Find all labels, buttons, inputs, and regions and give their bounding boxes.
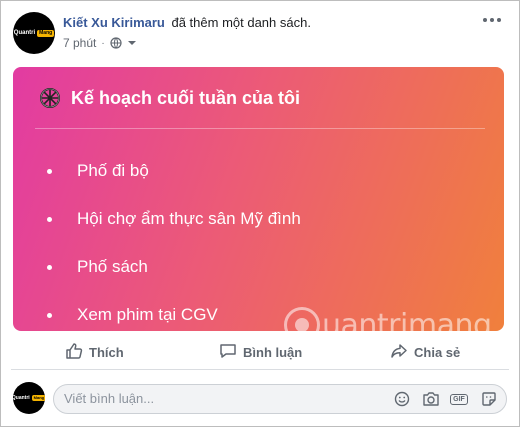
commenter-avatar[interactable]: Quantri Mang (13, 382, 45, 414)
bullet-icon (47, 264, 52, 270)
list-title: Kế hoạch cuối tuần của tôi (71, 87, 301, 108)
comment-icon (219, 342, 237, 363)
list-item-text: Hội chợ ẩm thực sân Mỹ đình (77, 209, 301, 228)
title-divider (35, 128, 485, 129)
author-avatar[interactable]: Quantri Mang (13, 12, 55, 54)
emoji-icon[interactable] (393, 390, 411, 408)
post-timestamp[interactable]: 7 phút (63, 36, 96, 50)
avatar-text-b: Mang (37, 29, 55, 37)
list-item: Phố đi bộ (47, 147, 301, 195)
list-item: Hội chợ ẩm thực sân Mỹ đình (47, 195, 301, 243)
gif-icon[interactable]: GIF (450, 390, 468, 408)
wheel-icon (39, 87, 61, 109)
sticker-icon[interactable] (480, 390, 498, 408)
post-header-line: Kiết Xu Kirimaru đã thêm một danh sách. (63, 15, 311, 30)
list-title-row: Kế hoạch cuối tuần của tôi (39, 87, 300, 109)
like-label: Thích (89, 345, 124, 360)
post-action-text: đã thêm một danh sách. (171, 15, 311, 30)
like-icon (65, 342, 83, 363)
avatar-text-a: Quantri (13, 30, 36, 36)
list-item-text: Xem phim tại CGV (77, 305, 218, 324)
avatar-text-b: Mang (31, 395, 45, 401)
bullet-icon (47, 216, 52, 222)
plan-list: Phố đi bộ Hội chợ ẩm thực sân Mỹ đình Ph… (47, 147, 301, 331)
meta-separator: · (101, 37, 105, 49)
globe-icon[interactable] (110, 37, 122, 49)
comment-label: Bình luận (243, 345, 303, 360)
list-item: Phố sách (47, 243, 301, 291)
actions-divider (11, 369, 509, 370)
chevron-down-icon[interactable] (127, 39, 137, 47)
bullet-icon (47, 168, 52, 174)
share-button[interactable]: Chia sẻ (390, 342, 460, 363)
like-button[interactable]: Thích (65, 342, 124, 363)
camera-icon[interactable] (422, 390, 440, 408)
list-item-text: Phố đi bộ (77, 161, 149, 180)
comment-input[interactable] (64, 391, 364, 406)
list-item: Xem phim tại CGV (47, 291, 301, 331)
comment-composer: GIF (53, 384, 507, 414)
share-label: Chia sẻ (414, 345, 461, 360)
post-card: Quantri Mang Kiết Xu Kirimaru đã thêm mộ… (0, 0, 520, 427)
more-options-icon[interactable] (483, 16, 503, 24)
comment-button[interactable]: Bình luận (219, 342, 302, 363)
post-actions: Thích Bình luận Chia sẻ (1, 338, 519, 368)
post-meta: 7 phút · (63, 36, 137, 50)
bullet-icon (47, 312, 52, 318)
avatar-text-a: Quantri (13, 394, 30, 401)
list-item-text: Phố sách (77, 257, 148, 276)
share-icon (390, 342, 408, 363)
author-name-link[interactable]: Kiết Xu Kirimaru (63, 15, 165, 30)
list-card: Kế hoạch cuối tuần của tôi Phố đi bộ Hội… (13, 67, 504, 331)
